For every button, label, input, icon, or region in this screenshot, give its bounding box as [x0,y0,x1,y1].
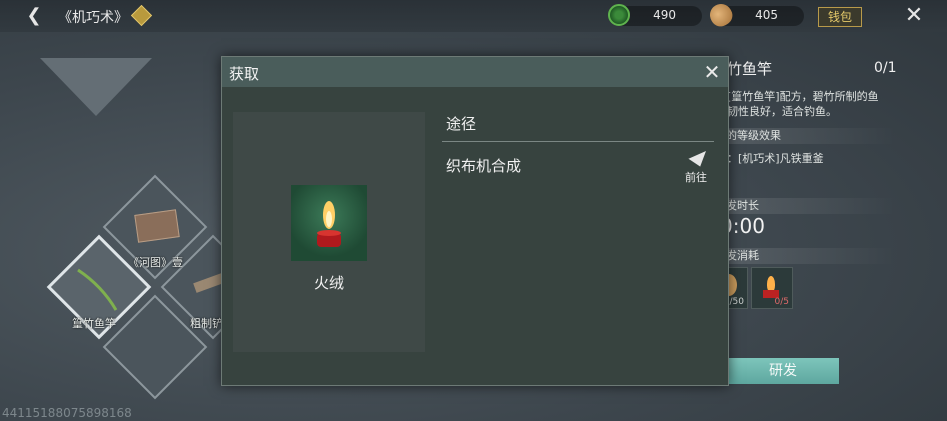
page-title: 《机巧术》 [58,10,128,26]
detail-description: [篁竹鱼竿]配方，碧竹所制的鱼 韧性良好，适合钓鱼。 [727,90,879,118]
cost-slot-tinder-count: 0/5 [774,297,789,307]
level-effect-text: ：[机巧术]凡铁重釜 [727,152,824,165]
level-effect-section: 的等级效果 [722,128,896,144]
acquire-dialog: 获取 ✕ 火绒 途径 织布机合成 前往 [221,56,729,386]
seed-coin-icon [705,0,737,31]
jade-currency: 490 [608,4,702,26]
back-arrow-icon[interactable]: ❮ [22,4,46,28]
paper-plane-icon [687,151,706,168]
info-diamond-icon[interactable] [130,4,153,27]
close-icon[interactable]: ✕ [902,4,926,28]
scroll-map-icon [134,209,180,243]
route-header: 途径 [446,115,477,133]
goto-label: 前往 [685,171,707,184]
item-name: 火绒 [313,274,344,292]
jade-value: 490 [653,8,676,22]
seed-value: 405 [755,8,778,22]
time-section: 发时长 [722,198,896,214]
top-bar: ❮ 《机巧术》 490 405 钱包 ✕ [0,0,947,32]
recipe-label-shovel: 粗制铲 [190,317,223,330]
scroll-up-triangle[interactable] [40,58,152,116]
detail-count: 0/1 [874,60,897,76]
dialog-header: 获取 ✕ [222,57,728,87]
close-icon[interactable]: ✕ [701,61,723,83]
dialog-title: 获取 [229,65,260,83]
jade-coin-icon [608,4,630,26]
recipe-label-fishing-rod: 篁竹鱼竿 [72,317,116,330]
route-loom-crafting: 织布机合成 [446,157,522,175]
wallet-button[interactable]: 钱包 [818,7,862,27]
cost-slot-seed-count: /50 [729,297,744,307]
user-id: 44115188075898168 [2,406,132,420]
tinder-candle-icon [291,185,367,261]
seed-currency: 405 [705,0,804,31]
item-card: 火绒 [233,112,425,352]
recipe-label-hetu: 《河图》壹 [128,256,183,269]
detail-title: 竹鱼竿 [727,60,773,78]
bamboo-rod-icon [77,268,118,311]
cost-section: 发消耗 [722,248,896,264]
route-divider [442,141,714,142]
goto-button[interactable]: 前往 [680,149,712,184]
research-button[interactable]: 研发 [727,358,839,384]
cost-slot-tinder[interactable]: 0/5 [751,267,793,309]
